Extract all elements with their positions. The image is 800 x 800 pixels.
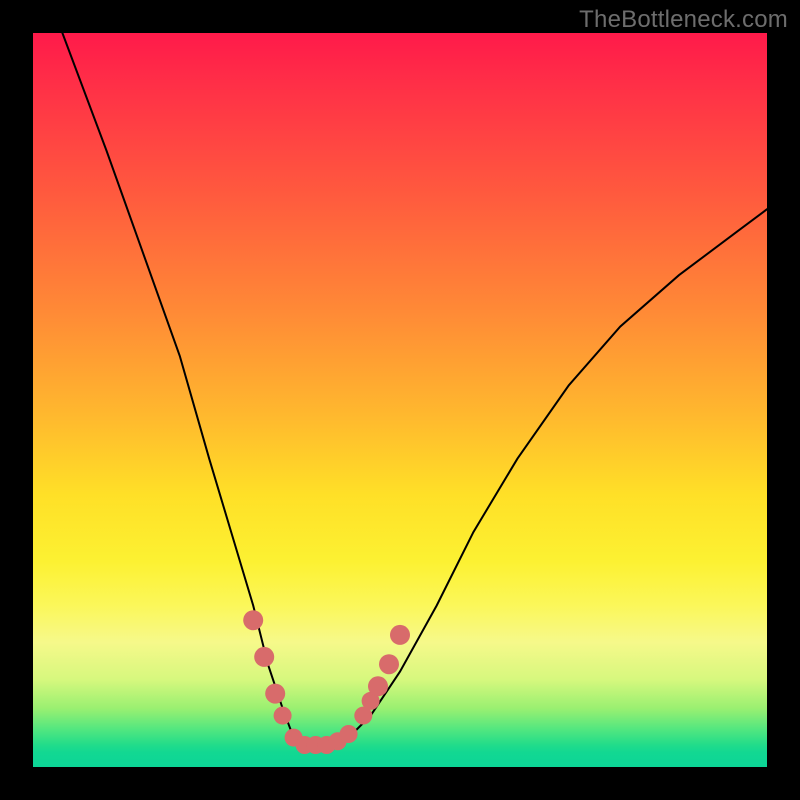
- highlight-point: [368, 676, 388, 696]
- highlight-point: [254, 647, 274, 667]
- highlight-point: [274, 707, 292, 725]
- plot-area: [33, 33, 767, 767]
- highlight-point: [243, 610, 263, 630]
- chart-svg: [33, 33, 767, 767]
- chart-frame: TheBottleneck.com: [0, 0, 800, 800]
- highlight-point: [265, 684, 285, 704]
- highlight-point: [390, 625, 410, 645]
- watermark-text: TheBottleneck.com: [579, 6, 788, 34]
- bottleneck-curve: [62, 33, 767, 745]
- highlight-markers: [243, 610, 410, 754]
- highlight-point: [340, 725, 358, 743]
- highlight-point: [379, 654, 399, 674]
